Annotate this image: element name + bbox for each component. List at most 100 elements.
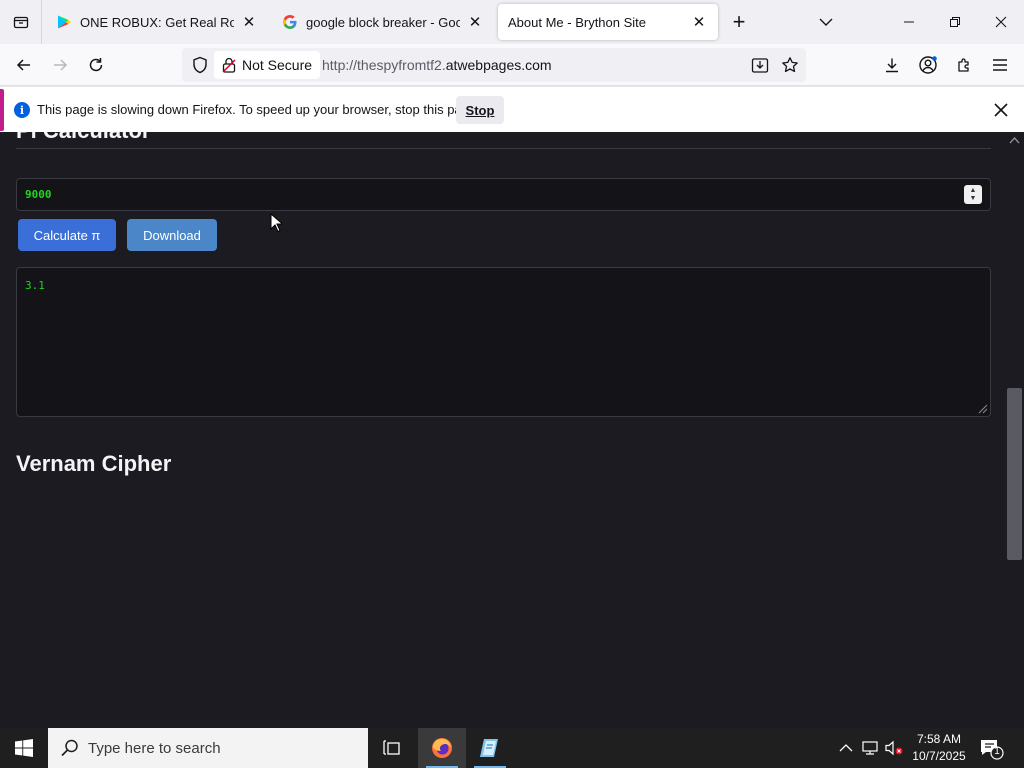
resize-grip-icon[interactable] [976,402,988,414]
close-tab-icon[interactable]: ✕ [466,13,484,31]
bookmark-button[interactable] [778,53,802,77]
stop-page-button[interactable]: Stop [456,96,504,124]
back-button[interactable] [8,49,40,81]
app-menu-button[interactable] [984,49,1016,81]
page-content: Pi Calculator 9000 ▲ ▼ Calculate π Downl… [0,132,1005,728]
tab-title: About Me - Brython Site [508,14,647,30]
tab-title: google block breaker - Google [306,14,460,30]
reload-icon [89,58,103,72]
task-view-icon [383,740,400,755]
puzzle-icon [958,58,969,72]
notification-message: This page is slowing down Firefox. To sp… [37,102,480,117]
install-app-button[interactable] [748,53,772,77]
tracking-protection-button[interactable] [188,53,212,77]
tab-title: ONE ROBUX: Get Real Robux - / [80,14,234,30]
close-icon [994,103,1008,117]
windows-taskbar: Type here to search 7:58 AM 10/7/2025 1 [0,728,1024,768]
url-text[interactable]: http://thespyfromtf2.atwebpages.com [322,48,552,82]
calculate-pi-button[interactable]: Calculate π [18,219,116,251]
tab-robux[interactable]: ONE ROBUX: Get Real Robux - / ✕ [46,4,268,40]
navigation-toolbar: Not Secure http://thespyfromtf2.atwebpag… [0,44,1024,86]
minimize-icon [904,21,914,23]
mouse-cursor-icon [270,213,282,233]
close-notification-button[interactable] [988,97,1014,123]
site-security-button[interactable]: Not Secure [214,51,321,79]
restore-button[interactable] [932,0,978,44]
close-icon [995,16,1007,28]
task-view-button[interactable] [368,728,416,768]
app-book-icon [480,739,498,757]
chevron-down-icon [819,18,833,26]
download-button[interactable]: Download [127,219,217,251]
slow-page-notification: i This page is slowing down Firefox. To … [0,86,1024,132]
search-placeholder: Type here to search [88,739,221,757]
scrollbar-thumb[interactable] [1007,388,1022,560]
spinner-up-icon[interactable]: ▲ [970,187,977,195]
url-bar[interactable]: Not Secure http://thespyfromtf2.atwebpag… [182,48,806,82]
arrow-left-icon [16,59,30,71]
star-icon [782,57,798,73]
network-button[interactable] [860,738,880,758]
page-scrollbar[interactable] [1005,132,1024,728]
pi-output-textarea[interactable]: 3.1 [16,267,991,417]
chevron-up-icon [839,744,853,752]
hamburger-menu-icon [993,59,1007,71]
search-icon [61,739,78,757]
download-icon [886,58,898,73]
spinner-down-icon[interactable]: ▼ [970,195,977,203]
taskbar-search[interactable]: Type here to search [48,728,368,768]
firefox-view-button[interactable] [0,0,42,44]
google-icon [283,15,297,29]
volume-button[interactable] [884,738,904,758]
info-icon: i [14,102,30,118]
show-hidden-icons-button[interactable] [836,738,856,758]
notification-icon [981,740,1004,760]
notification-accent [0,89,4,131]
account-button[interactable] [912,49,944,81]
network-icon [862,741,878,755]
firefox-view-icon [13,16,28,29]
install-icon [751,58,769,73]
system-clock[interactable]: 7:58 AM 10/7/2025 [906,731,972,765]
notification-center-button[interactable]: 1 [978,736,1004,760]
clock-time: 7:58 AM [916,732,962,746]
tab-about-me[interactable]: About Me - Brython Site ✕ [498,4,718,40]
play-store-icon [58,15,71,29]
section-divider [16,148,991,149]
tab-google-block-breaker[interactable]: google block breaker - Google ✕ [272,4,494,40]
url-prefix: http://thespyfromtf2. [322,57,446,73]
iterations-value: 9000 [25,188,52,201]
number-spinner[interactable]: ▲ ▼ [964,185,982,204]
security-label: Not Secure [242,57,313,73]
list-all-tabs-button[interactable] [812,8,840,36]
minimize-button[interactable] [886,0,932,44]
close-tab-icon[interactable]: ✕ [240,13,258,31]
account-icon [919,56,937,74]
close-tab-icon[interactable]: ✕ [690,13,708,31]
lock-insecure-icon [222,57,236,73]
notification-count: 1 [994,746,1000,757]
firefox-icon [432,738,452,758]
close-window-button[interactable] [978,0,1024,44]
arrow-right-icon [54,59,68,71]
pi-output-value: 3.1 [25,279,45,292]
pi-calculator-heading: Pi Calculator [16,132,150,144]
shield-icon [193,56,207,74]
tab-strip: ONE ROBUX: Get Real Robux - / ✕ google b… [0,0,1024,44]
firefox-taskbar-button[interactable] [418,728,466,768]
downloads-button[interactable] [876,49,908,81]
restore-icon [950,17,960,27]
clock-date: 10/7/2025 [912,749,966,763]
iterations-input[interactable]: 9000 ▲ ▼ [16,178,991,211]
url-domain: atwebpages.com [445,57,552,73]
scroll-up-arrow-icon[interactable] [1009,136,1020,145]
new-tab-button[interactable]: + [724,8,754,36]
volume-muted-icon [885,740,903,756]
start-button[interactable] [0,728,48,768]
forward-button[interactable] [44,49,76,81]
extensions-button[interactable] [948,49,980,81]
app-taskbar-button[interactable] [466,728,514,768]
vernam-cipher-heading: Vernam Cipher [16,451,172,476]
reload-button[interactable] [80,49,112,81]
windows-logo-icon [15,739,33,757]
